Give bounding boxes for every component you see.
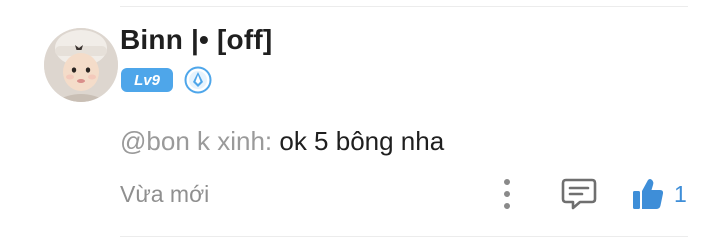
mention-link[interactable]: @bon k xinh: [120,126,272,156]
reply-button[interactable] [560,176,598,212]
username[interactable]: Binn |• [off] [120,24,272,56]
more-options-button[interactable] [494,176,520,212]
comment-icon [561,178,597,210]
more-vertical-icon [504,179,510,209]
avatar-photo [44,28,118,102]
level-badge: Lv9 [121,68,173,92]
comment-body: ok 5 bông nha [272,126,445,156]
like-count: 1 [674,180,687,207]
avatar[interactable] [44,28,118,102]
verified-badge-icon [184,66,212,94]
timestamp: Vừa mới [120,181,210,207]
like-button[interactable]: 1 [630,174,687,214]
thumbs-up-icon [633,179,664,209]
bottom-divider [120,236,688,237]
comment-text: @bon k xinh: ok 5 bông nha [120,126,444,157]
top-divider [120,6,688,7]
